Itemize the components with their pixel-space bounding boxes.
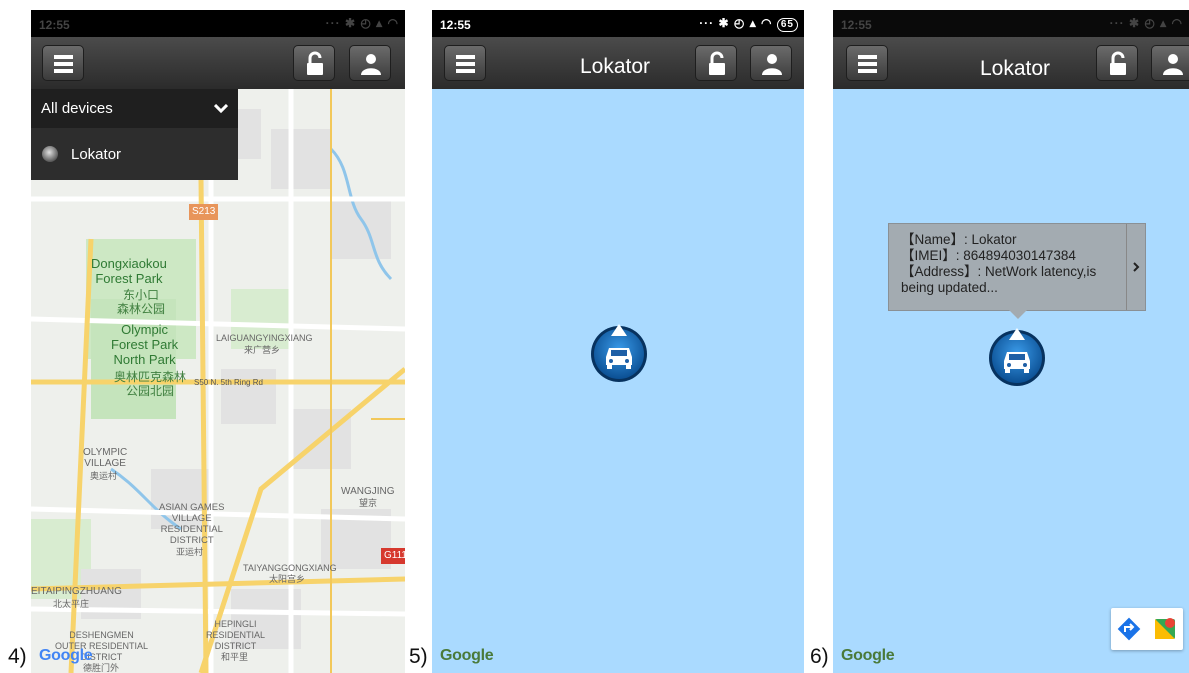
place-olympic-forest: Olympic Forest Park North Park — [111, 322, 179, 367]
place-taiyanggong: TAIYANGGONGXIANG — [243, 563, 337, 573]
panel-6-screen: 12:55 ··· ✱ ◴ ▴ ◠ Lokator 【Name】: Lokato… — [833, 10, 1189, 673]
place-dongxiaokou: Dongxiaokou Forest Park — [91, 256, 167, 286]
google-logo-text: Google — [440, 647, 494, 664]
chevron-right-icon — [1133, 262, 1140, 272]
battery-indicator: 65 — [776, 18, 798, 32]
device-info-name: 【Name】: Lokator — [901, 232, 1017, 247]
menu-button[interactable] — [846, 45, 888, 81]
panel-5-screen: 12:55 ··· ✱ ◴ ▴ ◠ 65 Lokator Google — [432, 10, 804, 673]
place-olympic-forest-cn: 奥林匹克森林 公园北园 — [114, 370, 187, 398]
hamburger-icon — [456, 55, 475, 73]
user-icon — [361, 54, 381, 75]
directions-icon — [1117, 617, 1141, 641]
unlock-button[interactable] — [1096, 45, 1138, 81]
unlock-icon — [307, 51, 323, 75]
device-info-imei: 【IMEI】: 864894030147384 — [901, 248, 1076, 263]
status-bar: 12:55 ··· ✱ ◴ ▴ ◠ — [833, 10, 1189, 37]
profile-button[interactable] — [1151, 45, 1189, 81]
place-hepingli: HEPINGLI RESIDENTIAL DISTRICT — [206, 619, 266, 651]
place-taiyanggong-cn: 太阳宫乡 — [269, 574, 306, 584]
status-icons: ··· ✱ ◴ ▴ ◠ 65 — [699, 16, 798, 32]
hamburger-icon — [858, 55, 877, 73]
unlock-icon — [1110, 51, 1126, 75]
profile-button[interactable] — [349, 45, 391, 81]
car-icon — [591, 324, 647, 382]
device-status-icon — [42, 146, 58, 162]
popup-pointer — [1009, 310, 1027, 319]
device-info-text: 【Name】: Lokator 【IMEI】: 864894030147384 … — [901, 232, 1129, 296]
device-filter-label: All devices — [41, 100, 113, 117]
panel-6-caption: 6) — [810, 645, 829, 668]
place-dongxiaokou-cn: 东小口 森林公园 — [117, 288, 166, 316]
place-olympic-village-cn: 奥运村 — [90, 471, 118, 481]
unlock-button[interactable] — [695, 45, 737, 81]
road-shield-s213: S213 — [189, 204, 219, 220]
google-logo-text: Google — [39, 647, 93, 664]
device-name: Lokator — [71, 146, 122, 163]
device-details-button[interactable] — [1126, 224, 1145, 310]
device-dropdown: All devices Lokator — [31, 89, 238, 180]
place-wangjing-cn: 望京 — [359, 498, 378, 508]
hamburger-icon — [54, 55, 73, 73]
google-logo: Google — [841, 647, 895, 665]
google-logo: Google — [39, 647, 93, 665]
app-toolbar — [31, 37, 405, 89]
status-time: 12:55 — [39, 18, 70, 32]
unlock-icon — [709, 51, 725, 75]
device-filter-select[interactable]: All devices — [31, 89, 238, 128]
place-beitaipingzhuang: EITAIPINGZHUANG — [31, 586, 122, 597]
status-bar: 12:55 ··· ✱ ◴ ▴ ◠ — [31, 10, 405, 37]
directions-button[interactable] — [1111, 608, 1147, 650]
map-toolbar — [1111, 608, 1183, 650]
status-icons: ··· ✱ ◴ ▴ ◠ — [1109, 16, 1183, 30]
place-asian-games: ASIAN GAMES VILLAGE RESIDENTIAL DISTRICT — [159, 502, 225, 546]
status-bar: 12:55 ··· ✱ ◴ ▴ ◠ 65 — [432, 10, 804, 37]
panel-5-caption: 5) — [409, 645, 428, 668]
menu-button[interactable] — [444, 45, 486, 81]
road-label-5th-ring: S50 N. 5th Ring Rd — [194, 378, 263, 387]
vehicle-marker[interactable] — [589, 320, 649, 382]
place-hepingli-cn: 和平里 — [221, 652, 249, 662]
google-maps-icon — [1155, 618, 1175, 639]
status-time: 12:55 — [841, 18, 872, 32]
status-icons: ··· ✱ ◴ ▴ ◠ — [325, 16, 399, 30]
place-wangjing: WANGJING — [341, 486, 395, 497]
open-maps-button[interactable] — [1147, 608, 1183, 650]
user-icon — [1163, 54, 1183, 75]
road-shield-g111: G111 — [381, 548, 405, 564]
panel-4-screen: 12:55 ··· ✱ ◴ ▴ ◠ S213 S50 N. 5th Ring R… — [31, 10, 405, 673]
google-logo-text: Google — [841, 647, 895, 664]
chevron-down-icon — [214, 104, 228, 114]
user-icon — [762, 54, 782, 75]
app-title: Lokator — [980, 57, 1051, 80]
vehicle-marker[interactable] — [987, 324, 1047, 386]
menu-button[interactable] — [42, 45, 84, 81]
place-olympic-village: OLYMPIC VILLAGE — [83, 447, 128, 469]
place-laiguangying: LAIGUANGYINGXIANG — [216, 333, 313, 343]
device-info-popup[interactable]: 【Name】: Lokator 【IMEI】: 864894030147384 … — [888, 223, 1146, 319]
google-logo: Google — [440, 647, 494, 665]
app-title: Lokator — [580, 55, 651, 78]
panel-4-caption: 4) — [8, 645, 27, 668]
place-laiguangying-cn: 来广营乡 — [244, 345, 281, 355]
device-list-item[interactable]: Lokator — [31, 128, 238, 180]
place-beitaipingzhuang-cn: 北太平庄 — [53, 599, 90, 609]
profile-button[interactable] — [750, 45, 792, 81]
device-info-address: 【Address】: NetWork latency,is being upda… — [901, 264, 1097, 295]
car-icon — [989, 328, 1045, 386]
status-time: 12:55 — [440, 18, 471, 32]
unlock-button[interactable] — [293, 45, 335, 81]
place-asian-games-cn: 亚运村 — [176, 547, 204, 557]
